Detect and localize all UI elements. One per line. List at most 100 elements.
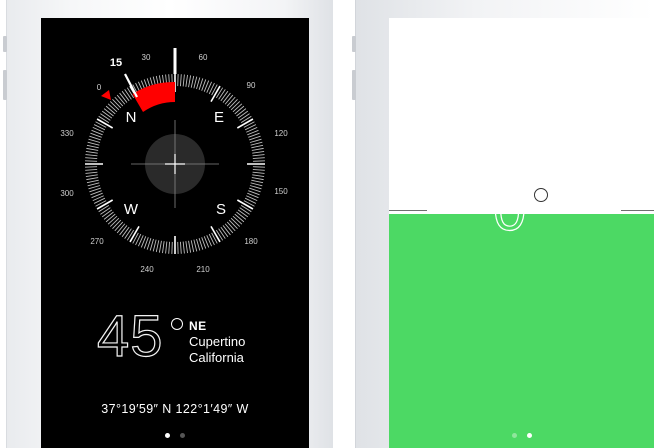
- dial-tick: [100, 207, 111, 215]
- dial-tick: [121, 90, 130, 102]
- dial-tick: [193, 239, 198, 252]
- dial-tick: [236, 108, 247, 117]
- dial-tick: [222, 92, 231, 103]
- dial-tick: [239, 113, 250, 121]
- location-info: NE Cupertino California: [189, 318, 245, 366]
- dial-tick: [85, 151, 98, 154]
- dial-tick: [101, 209, 113, 218]
- tick-label-30: 30: [142, 53, 151, 62]
- dial-tick: [100, 113, 111, 121]
- dial-tick: [165, 241, 168, 254]
- dial-tick: [218, 228, 226, 239]
- dial-tick: [250, 182, 263, 187]
- dial-tick: [251, 179, 264, 184]
- level-reference-left: [389, 210, 427, 211]
- dial-tick: [185, 74, 188, 87]
- dial-tick: [182, 74, 185, 87]
- dial-tick: [249, 138, 262, 143]
- dial-tick: [112, 98, 122, 109]
- dial-tick: [252, 174, 265, 177]
- tick-label-150: 150: [274, 187, 288, 196]
- dial-tick: [168, 241, 171, 254]
- level-degree-symbol: [534, 188, 548, 202]
- dial-tick: [185, 241, 188, 254]
- city-label: Cupertino: [189, 334, 246, 349]
- tick-label-180: 180: [244, 237, 258, 246]
- dial-tick: [226, 221, 236, 232]
- cardinal-w: W: [124, 201, 139, 218]
- dial-tick: [119, 92, 128, 103]
- level-reference-right: [621, 210, 654, 211]
- tick-label-300: 300: [60, 189, 74, 198]
- page-indicator[interactable]: [41, 425, 309, 443]
- heading-readout: 45: [96, 307, 164, 366]
- level-fill: [389, 214, 654, 448]
- dial-tick: [193, 76, 198, 89]
- dial-tick: [252, 151, 265, 154]
- heading-degrees: 45: [96, 304, 164, 369]
- tick-label-330: 330: [60, 129, 74, 138]
- dial-tick: [232, 215, 243, 225]
- page-dot-level-active[interactable]: [527, 433, 533, 438]
- page-indicator-level[interactable]: [389, 425, 654, 443]
- dial-tick: [252, 154, 265, 157]
- dial-tick: [228, 98, 238, 109]
- dial-tick: [88, 185, 101, 190]
- direction-label: NE: [189, 319, 207, 333]
- device-frame-left: N E W S 15 0 30 60 90 120 150 180 210 24…: [3, 0, 334, 448]
- device-frame-right: 0: [352, 0, 654, 448]
- dial-tick: [155, 240, 160, 253]
- dial-tick: [152, 239, 157, 252]
- dial-tick: [114, 96, 124, 107]
- page-dot-compass-level[interactable]: [511, 433, 517, 438]
- tick-label-90: 90: [247, 81, 256, 90]
- dial-tick: [116, 223, 126, 234]
- compass-dial[interactable]: N E W S 15 0 30 60 90 120 150 180 210 24…: [41, 18, 309, 318]
- cardinal-e: E: [214, 109, 224, 126]
- dial-tick: [196, 77, 201, 90]
- dial-tick: [234, 105, 245, 115]
- heading-deviation-arc: [132, 81, 175, 112]
- device-gap: [333, 0, 355, 448]
- cardinal-s: S: [216, 201, 226, 218]
- dial-tick: [85, 171, 98, 174]
- dial-tick: [121, 226, 130, 238]
- dial-tick: [116, 94, 126, 105]
- dial-tick: [86, 179, 99, 184]
- dial-tick: [224, 94, 234, 105]
- dial-tick: [112, 219, 122, 230]
- dial-tick: [85, 157, 98, 160]
- bearing-triangle: [101, 90, 111, 100]
- dial-tick: [190, 240, 195, 253]
- compass-screen[interactable]: N E W S 15 0 30 60 90 120 150 180 210 24…: [41, 18, 309, 448]
- dial-tick: [85, 154, 98, 157]
- page-dot-compass[interactable]: [164, 433, 170, 438]
- dial-tick: [237, 209, 249, 218]
- dial-tick: [188, 240, 192, 253]
- dial-tick: [251, 144, 264, 149]
- tick-label-210: 210: [196, 265, 210, 274]
- page-dot-level[interactable]: [180, 433, 186, 438]
- level-screen[interactable]: 0: [389, 18, 654, 448]
- dial-tick: [103, 211, 114, 220]
- dial-tick: [220, 90, 229, 102]
- dial-tick: [188, 75, 192, 88]
- dial-tick: [86, 177, 99, 181]
- dial-tick: [87, 141, 100, 146]
- dial-tick: [158, 240, 162, 253]
- dial-tick: [182, 241, 185, 254]
- bearing-label: 15: [110, 57, 122, 69]
- dial-tick: [234, 213, 245, 223]
- mute-switch: [3, 36, 7, 52]
- dial-tick: [101, 110, 113, 119]
- dial-tick: [252, 171, 265, 174]
- dial-tick: [190, 75, 195, 88]
- coordinates-label: 37°19′59″ N 122°1′49″ W: [101, 402, 249, 416]
- dial-tick: [251, 177, 264, 181]
- dial-tick: [230, 101, 241, 111]
- dial-tick: [149, 238, 154, 251]
- dial-tick: [86, 147, 99, 151]
- dial-tick: [222, 225, 231, 236]
- dial-tick: [224, 223, 234, 234]
- dial-tick: [230, 217, 241, 227]
